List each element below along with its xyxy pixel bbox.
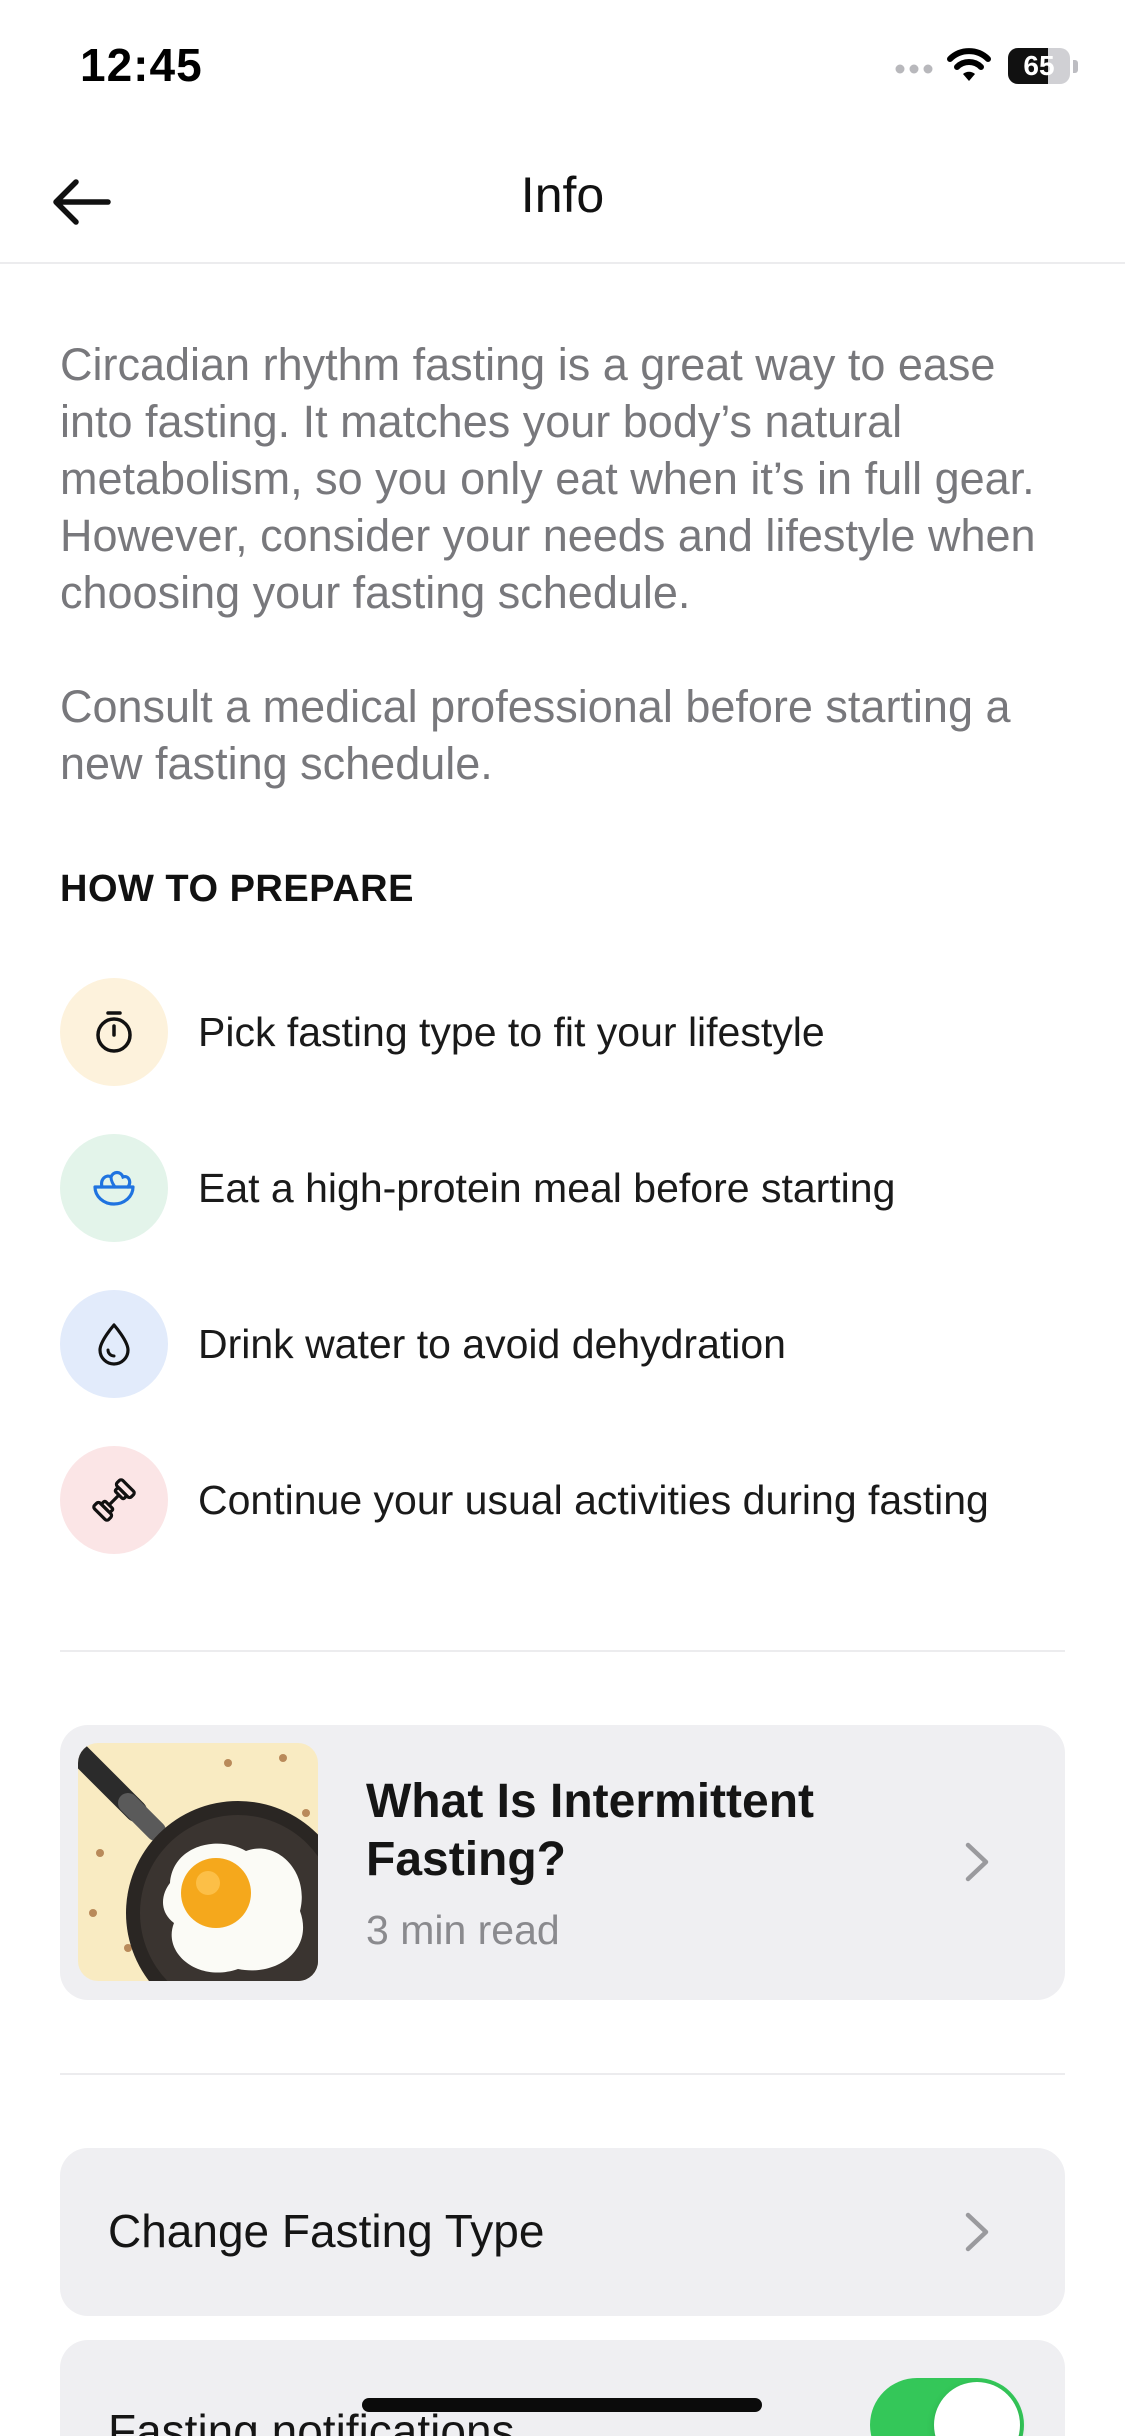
prep-icon-bg — [60, 1290, 168, 1398]
prep-item-label: Pick fasting type to fit your lifestyle — [198, 1009, 825, 1055]
stopwatch-icon — [96, 1011, 132, 1053]
prep-icon-bg — [60, 978, 168, 1086]
change-fasting-type-label: Change Fasting Type — [108, 2205, 545, 2257]
battery-cap — [1073, 60, 1078, 73]
prep-item-label: Continue your usual activities during fa… — [198, 1477, 989, 1523]
article-card[interactable]: What Is Intermittent Fasting? 3 min read — [60, 1725, 1065, 2000]
cellular-signal-icon — [895, 64, 933, 74]
fasting-notifications-toggle[interactable] — [870, 2378, 1024, 2436]
nav-bar: Info — [0, 140, 1125, 264]
arrow-left-icon — [53, 179, 111, 225]
intro-paragraph: Circadian rhythm fasting is a great way … — [60, 339, 1036, 618]
page-title: Info — [520, 167, 605, 223]
chevron-right-icon — [965, 1842, 989, 1882]
prep-item-protein-meal: Eat a high-protein meal before starting — [60, 1134, 1070, 1242]
prep-item-fasting-type: Pick fasting type to fit your lifestyle — [60, 978, 1070, 1086]
fasting-notifications-row: Fasting notifications — [60, 2340, 1065, 2436]
battery-icon: 65 — [1008, 48, 1070, 84]
status-time: 12:45 — [80, 39, 203, 91]
status-bar: 12:45 65 — [0, 0, 1125, 140]
section-heading-how-to-prepare: HOW TO PREPARE — [60, 868, 414, 910]
prep-item-label: Eat a high-protein meal before starting — [198, 1165, 896, 1211]
water-drop-icon — [98, 1323, 130, 1366]
wifi-icon — [947, 48, 991, 81]
disclaimer-paragraph: Consult a medical professional before st… — [60, 681, 1011, 789]
fried-egg-pan-image — [78, 1743, 318, 1981]
toggle-knob — [934, 2382, 1020, 2436]
article-read-time: 3 min read — [366, 1907, 560, 1953]
prep-item-usual-activities: Continue your usual activities during fa… — [60, 1446, 1070, 1554]
prep-item-label: Drink water to avoid dehydration — [198, 1321, 786, 1367]
back-button[interactable] — [40, 167, 120, 237]
divider — [60, 1650, 1065, 1652]
salad-bowl-icon — [93, 1170, 135, 1206]
article-title: What Is Intermittent Fasting? — [366, 1775, 815, 1886]
prep-icon-bg — [60, 1446, 168, 1554]
battery-level: 65 — [1023, 50, 1055, 81]
home-indicator — [362, 2398, 762, 2412]
divider — [60, 2073, 1065, 2075]
prep-item-drink-water: Drink water to avoid dehydration — [60, 1290, 1070, 1398]
change-fasting-type-button[interactable]: Change Fasting Type — [60, 2148, 1065, 2316]
chevron-right-icon — [965, 2212, 989, 2252]
prep-icon-bg — [60, 1134, 168, 1242]
dumbbell-icon — [92, 1478, 136, 1522]
